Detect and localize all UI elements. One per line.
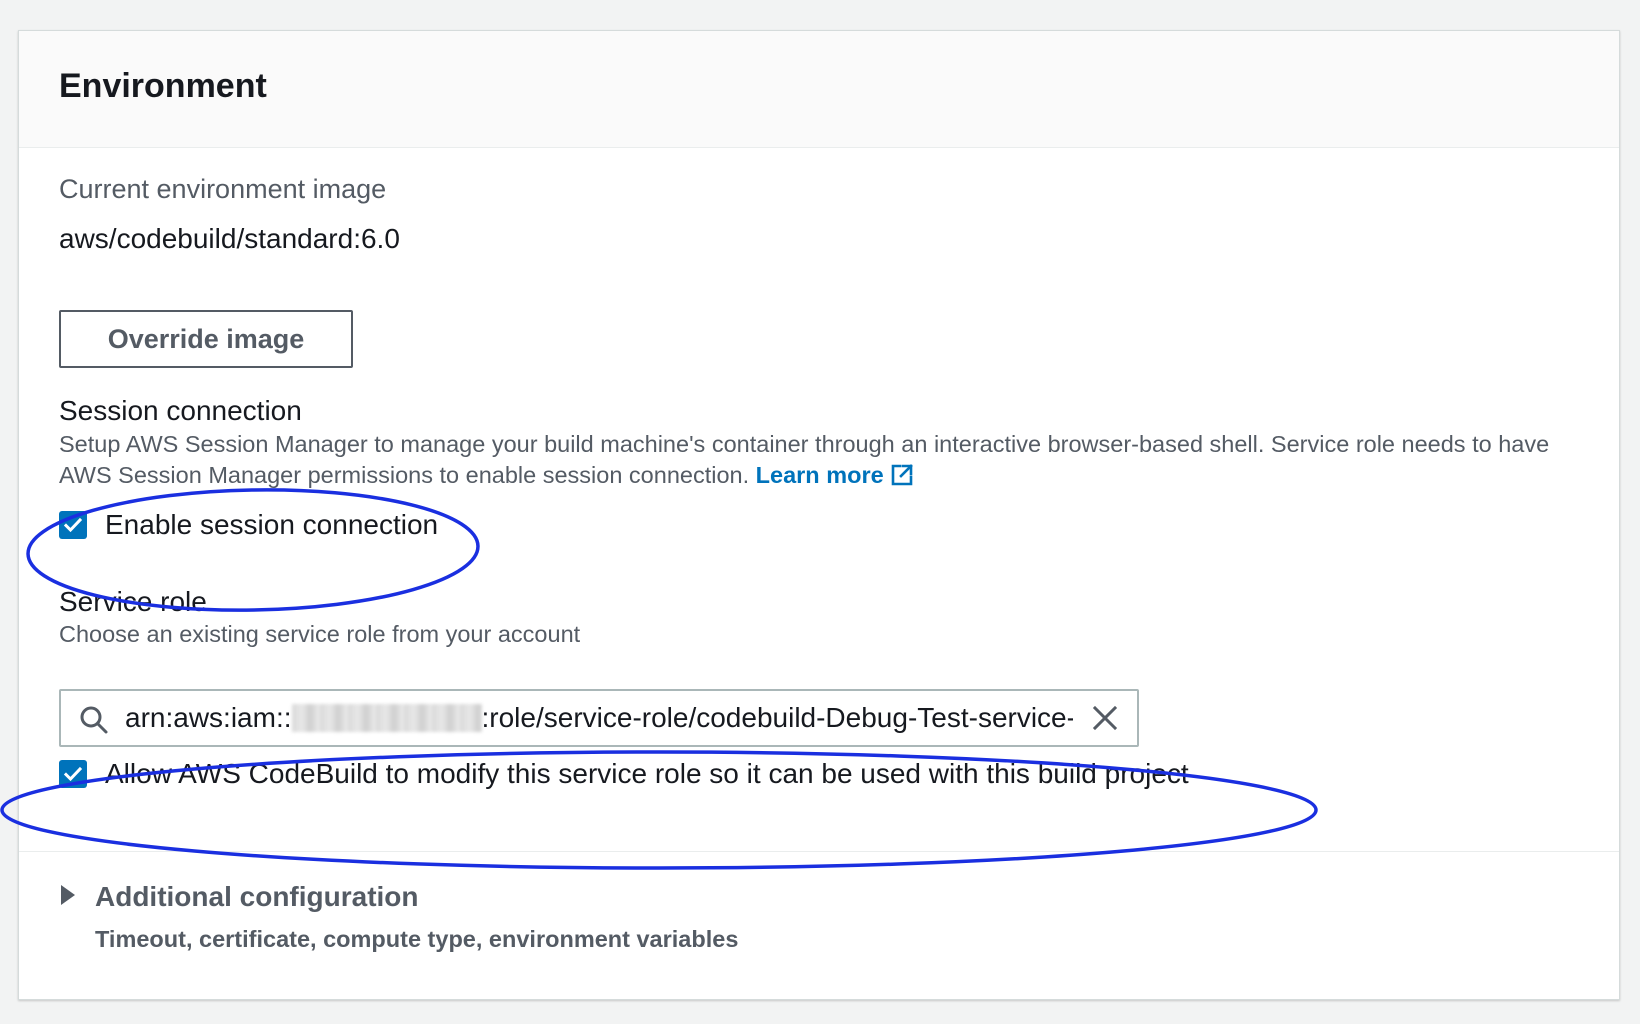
learn-more-link[interactable]: Learn more <box>756 462 914 488</box>
enable-session-connection-option[interactable]: Enable session connection <box>59 509 438 541</box>
checkmark-icon <box>63 766 83 782</box>
clear-icon[interactable] <box>1091 704 1119 737</box>
service-role-label: Service role <box>59 586 207 617</box>
learn-more-label: Learn more <box>755 462 884 488</box>
allow-modify-role-option[interactable]: Allow AWS CodeBuild to modify this servi… <box>59 758 1189 790</box>
enable-session-connection-checkbox[interactable] <box>59 511 87 539</box>
service-role-value[interactable]: arn:aws:iam:::role/service-role/codebuil… <box>125 691 1073 745</box>
allow-modify-role-label: Allow AWS CodeBuild to modify this servi… <box>105 758 1189 789</box>
current-image-value: aws/codebuild/standard:6.0 <box>59 223 400 254</box>
service-role-description: Choose an existing service role from you… <box>59 621 581 647</box>
additional-configuration-title: Additional configuration <box>95 881 419 912</box>
environment-panel: Environment Current environment image aw… <box>18 30 1620 1000</box>
session-connection-label: Session connection <box>59 395 302 426</box>
service-role-value-suffix: :role/service-role/codebuild-Debug-Test-… <box>481 702 1074 733</box>
search-icon <box>79 705 109 740</box>
redacted-account-id <box>291 704 482 732</box>
section-divider <box>19 851 1619 852</box>
current-image-label: Current environment image <box>59 174 387 204</box>
override-image-button[interactable]: Override image <box>59 310 353 368</box>
checkmark-icon <box>63 517 83 533</box>
additional-configuration-toggle[interactable]: Additional configuration <box>59 881 419 913</box>
service-role-input[interactable]: arn:aws:iam:::role/service-role/codebuil… <box>59 689 1139 747</box>
panel-header: Environment <box>19 31 1619 148</box>
service-role-value-prefix: arn:aws:iam:: <box>125 702 292 733</box>
caret-right-icon <box>59 884 77 911</box>
external-link-icon <box>890 463 914 495</box>
additional-configuration-description: Timeout, certificate, compute type, envi… <box>95 926 739 952</box>
panel-title: Environment <box>59 67 267 105</box>
allow-modify-role-checkbox[interactable] <box>59 760 87 788</box>
enable-session-connection-label: Enable session connection <box>105 509 439 540</box>
session-connection-description: Setup AWS Session Manager to manage your… <box>59 429 1579 495</box>
